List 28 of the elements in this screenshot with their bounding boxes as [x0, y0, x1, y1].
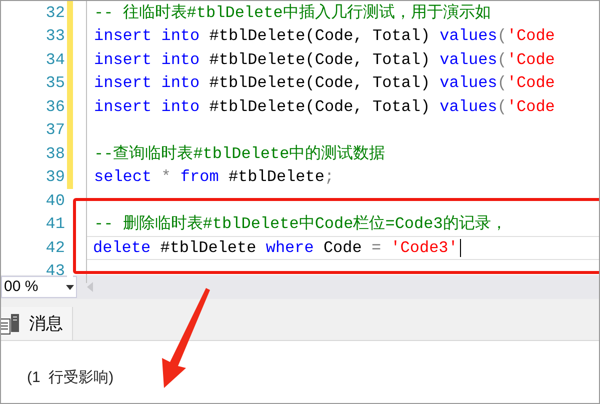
code-line: select * from #tblDelete; [94, 167, 334, 188]
code-line: --查询临时表#tblDelete中的测试数据 [94, 144, 386, 165]
line-number: 32 [44, 2, 66, 24]
scroll-left-icon [87, 282, 93, 292]
line-number: 41 [44, 214, 66, 236]
code-line: -- 往临时表#tblDelete中插入几行测试，用于演示如 [94, 2, 491, 24]
messages-icon [1, 312, 21, 334]
messages-tab[interactable]: 消息 [1, 307, 73, 340]
line-number: 34 [44, 50, 66, 71]
zoom-value: 00 % [4, 276, 38, 297]
code-line: delete #tblDelete where Code = 'Code3' [93, 238, 458, 259]
text-cursor [460, 238, 461, 257]
code-line: insert into #tblDelete(Code, Total) values('Code [94, 73, 555, 94]
code-line: insert into #tblDelete(Code, Total) values('Code [94, 26, 555, 48]
line-number: 40 [44, 190, 66, 212]
line-number: 33 [44, 26, 66, 48]
line-number: 42 [44, 238, 66, 259]
line-number: 35 [44, 73, 66, 94]
line-number: 36 [44, 96, 66, 118]
message-text: (1 行受影响) [27, 368, 114, 388]
dropdown-caret-icon [66, 284, 74, 290]
line-number: 38 [44, 144, 66, 165]
code-line: insert into #tblDelete(Code, Total) values('Code [94, 96, 555, 118]
zoom-dropdown[interactable]: 00 % [1, 276, 77, 298]
line-number: 39 [44, 167, 66, 188]
line-number: 37 [44, 120, 66, 142]
code-line: insert into #tblDelete(Code, Total) values('Code [94, 50, 555, 71]
code-line: -- 删除临时表#tblDelete中Code栏位=Code3的记录， [94, 214, 507, 236]
